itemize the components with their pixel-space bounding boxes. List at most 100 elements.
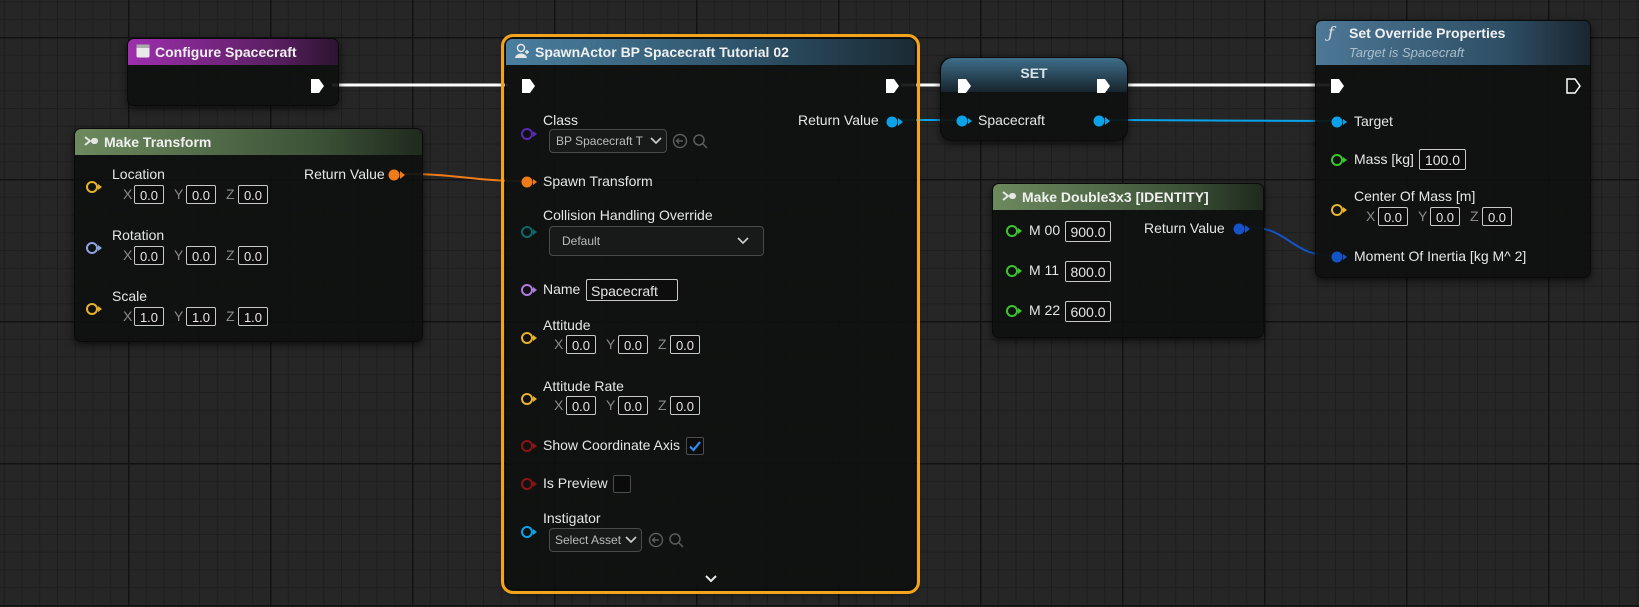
mass-input-pin[interactable] — [1330, 153, 1348, 167]
chevron-down-icon — [737, 234, 749, 248]
location-x-field[interactable]: 0.0 — [134, 185, 164, 204]
collision-dropdown-value: Default — [562, 234, 601, 248]
matrix-return-output-pin[interactable] — [1233, 222, 1251, 236]
rotation-input-pin[interactable] — [85, 241, 103, 255]
configure-spacecraft-node[interactable]: Configure Spacecraft — [127, 38, 339, 106]
instigator-label: Instigator — [543, 510, 601, 526]
location-label: Location — [112, 166, 165, 182]
target-label: Target — [1354, 113, 1393, 129]
is-preview-checkbox[interactable] — [613, 475, 631, 493]
configure-spacecraft-header[interactable]: Configure Spacecraft — [128, 39, 338, 65]
rotation-y-axis: Y — [174, 247, 184, 263]
spawn-actor-header[interactable]: SpawnActor BP Spacecraft Tutorial 02 — [506, 39, 915, 65]
exec-input-pin[interactable] — [521, 78, 536, 94]
attitude-y-field[interactable]: 0.0 — [618, 335, 648, 354]
rotation-x-field[interactable]: 0.0 — [134, 246, 164, 265]
spawn-return-output-pin[interactable] — [886, 115, 904, 129]
scale-z-field[interactable]: 1.0 — [238, 307, 268, 326]
set-title: SET — [1020, 65, 1048, 81]
m22-label: M 22 — [1029, 302, 1061, 318]
show-axis-input-pin[interactable] — [520, 439, 538, 453]
scale-y-axis: Y — [174, 308, 184, 324]
spawn-actor-node[interactable]: SpawnActor BP Spacecraft Tutorial 02 Cla… — [501, 34, 920, 594]
attitude-input-pin[interactable] — [520, 331, 538, 345]
browse-asset-search-icon[interactable] — [668, 532, 685, 552]
m00-field[interactable]: 900.0 — [1065, 221, 1111, 242]
m11-input-pin[interactable] — [1005, 264, 1023, 278]
attitude-x-axis: X — [554, 336, 564, 352]
browse-asset-search-icon[interactable] — [692, 133, 709, 153]
m00-label: M 00 — [1029, 222, 1061, 238]
make-double3x3-header[interactable]: Make Double3x3 [IDENTITY] — [993, 184, 1263, 210]
rotation-z-field[interactable]: 0.0 — [238, 246, 268, 265]
event-icon — [136, 44, 150, 61]
class-input-pin[interactable] — [520, 127, 538, 141]
function-f-icon: ƒ — [1328, 23, 1334, 42]
set-override-header[interactable]: ƒ Set Override Properties Target is Spac… — [1316, 21, 1590, 65]
function-pure-icon — [1001, 189, 1017, 206]
scale-input-pin[interactable] — [85, 302, 103, 316]
location-z-field[interactable]: 0.0 — [238, 185, 268, 204]
make-double3x3-node[interactable]: Make Double3x3 [IDENTITY] Return Value M… — [992, 183, 1264, 338]
name-input-pin[interactable] — [520, 283, 538, 297]
rotation-y-field[interactable]: 0.0 — [186, 246, 216, 265]
m00-input-pin[interactable] — [1005, 224, 1023, 238]
is-preview-input-pin[interactable] — [520, 477, 538, 491]
m22-field[interactable]: 600.0 — [1065, 301, 1111, 322]
expand-advanced-chevron-icon[interactable] — [705, 570, 717, 586]
exec-output-pin[interactable] — [1096, 78, 1111, 94]
scale-y-field[interactable]: 1.0 — [186, 307, 216, 326]
spacecraft-output-pin[interactable] — [1093, 114, 1111, 128]
name-field[interactable]: Spacecraft — [586, 279, 678, 301]
set-variable-node[interactable]: SET Spacecraft — [940, 57, 1128, 141]
attitude-rate-y-field[interactable]: 0.0 — [618, 396, 648, 415]
transform-output-pin[interactable] — [388, 168, 406, 182]
mass-field[interactable]: 100.0 — [1419, 149, 1466, 170]
use-selected-asset-icon[interactable] — [672, 133, 689, 153]
spacecraft-input-pin[interactable] — [955, 114, 973, 128]
collision-input-pin[interactable] — [520, 225, 538, 239]
location-y-field[interactable]: 0.0 — [186, 185, 216, 204]
exec-output-pin[interactable] — [1566, 78, 1581, 94]
instigator-dropdown[interactable]: Select Asset — [549, 528, 642, 552]
com-y-field[interactable]: 0.0 — [1430, 207, 1460, 226]
make-transform-header[interactable]: Make Transform — [75, 129, 422, 155]
instigator-input-pin[interactable] — [520, 525, 538, 539]
set-override-title: Set Override Properties — [1349, 25, 1506, 41]
inertia-input-pin[interactable] — [1330, 250, 1348, 264]
target-input-pin[interactable] — [1330, 115, 1348, 129]
scale-x-field[interactable]: 1.0 — [134, 307, 164, 326]
exec-input-pin[interactable] — [1330, 78, 1345, 94]
chevron-down-icon — [625, 533, 637, 547]
location-z-axis: Z — [226, 186, 235, 202]
scale-z-axis: Z — [226, 308, 235, 324]
collision-dropdown[interactable]: Default — [549, 226, 764, 256]
attitude-z-field[interactable]: 0.0 — [670, 335, 700, 354]
use-selected-asset-icon[interactable] — [648, 532, 665, 552]
com-x-field[interactable]: 0.0 — [1378, 207, 1408, 226]
exec-output-pin[interactable] — [885, 78, 900, 94]
make-double3x3-title: Make Double3x3 [IDENTITY] — [1022, 189, 1209, 205]
attitude-x-field[interactable]: 0.0 — [566, 335, 596, 354]
exec-input-pin[interactable] — [957, 78, 972, 94]
exec-output-pin[interactable] — [310, 78, 325, 94]
attitude-y-axis: Y — [606, 336, 616, 352]
set-override-properties-node[interactable]: ƒ Set Override Properties Target is Spac… — [1315, 20, 1591, 278]
location-input-pin[interactable] — [85, 180, 103, 194]
spawn-actor-title: SpawnActor BP Spacecraft Tutorial 02 — [535, 44, 789, 60]
m11-field[interactable]: 800.0 — [1065, 261, 1111, 282]
attitude-rate-z-field[interactable]: 0.0 — [670, 396, 700, 415]
attitude-rate-label: Attitude Rate — [543, 378, 624, 394]
center-of-mass-input-pin[interactable] — [1330, 203, 1348, 217]
function-pure-icon — [83, 134, 99, 151]
spawn-transform-input-pin[interactable] — [520, 175, 538, 189]
attitude-rate-input-pin[interactable] — [520, 392, 538, 406]
set-spacecraft-label: Spacecraft — [978, 112, 1045, 128]
make-transform-node[interactable]: Make Transform Return Value Location X 0… — [74, 128, 423, 342]
attitude-rate-x-field[interactable]: 0.0 — [566, 396, 596, 415]
show-axis-checkbox[interactable] — [686, 437, 704, 455]
m22-input-pin[interactable] — [1005, 304, 1023, 318]
com-z-field[interactable]: 0.0 — [1482, 207, 1512, 226]
is-preview-label: Is Preview — [543, 475, 608, 491]
class-dropdown[interactable]: BP Spacecraft T — [549, 129, 667, 153]
